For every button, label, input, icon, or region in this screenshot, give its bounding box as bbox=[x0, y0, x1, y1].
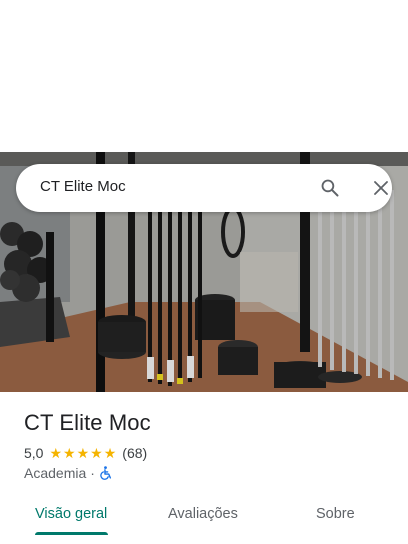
place-category: Academia bbox=[24, 465, 87, 481]
rating-row[interactable]: 5,0 ★ ★ ★ ★ ★ (68) bbox=[24, 445, 147, 461]
star-icon: ★ bbox=[76, 445, 90, 461]
search-icon[interactable] bbox=[318, 176, 342, 200]
review-count[interactable]: (68) bbox=[122, 445, 147, 461]
separator: · bbox=[90, 465, 95, 481]
tab-about[interactable]: Sobre bbox=[316, 506, 355, 522]
place-tabs: Visão geral Avaliações Sobre bbox=[0, 494, 408, 544]
wheelchair-icon bbox=[99, 466, 112, 480]
star-icon: ★ bbox=[49, 445, 63, 461]
place-title: CT Elite Moc bbox=[24, 410, 151, 435]
map-blank-area bbox=[0, 0, 408, 152]
search-query-text[interactable]: CT Elite Moc bbox=[40, 178, 126, 195]
star-rating: ★ ★ ★ ★ ★ bbox=[49, 446, 116, 460]
tab-overview[interactable]: Visão geral bbox=[35, 506, 107, 522]
close-icon[interactable] bbox=[369, 176, 393, 200]
star-icon: ★ bbox=[63, 445, 76, 461]
tab-reviews[interactable]: Avaliações bbox=[168, 506, 238, 522]
star-icon: ★ bbox=[90, 445, 103, 461]
search-bar[interactable]: CT Elite Moc bbox=[16, 164, 392, 212]
active-tab-indicator bbox=[35, 532, 108, 535]
star-icon: ★ bbox=[103, 445, 117, 461]
place-info-panel: CT Elite Moc 5,0 ★ ★ ★ ★ ★ (68) Academia… bbox=[0, 392, 408, 544]
category-row: Academia · bbox=[24, 465, 112, 481]
rating-value: 5,0 bbox=[24, 445, 44, 461]
